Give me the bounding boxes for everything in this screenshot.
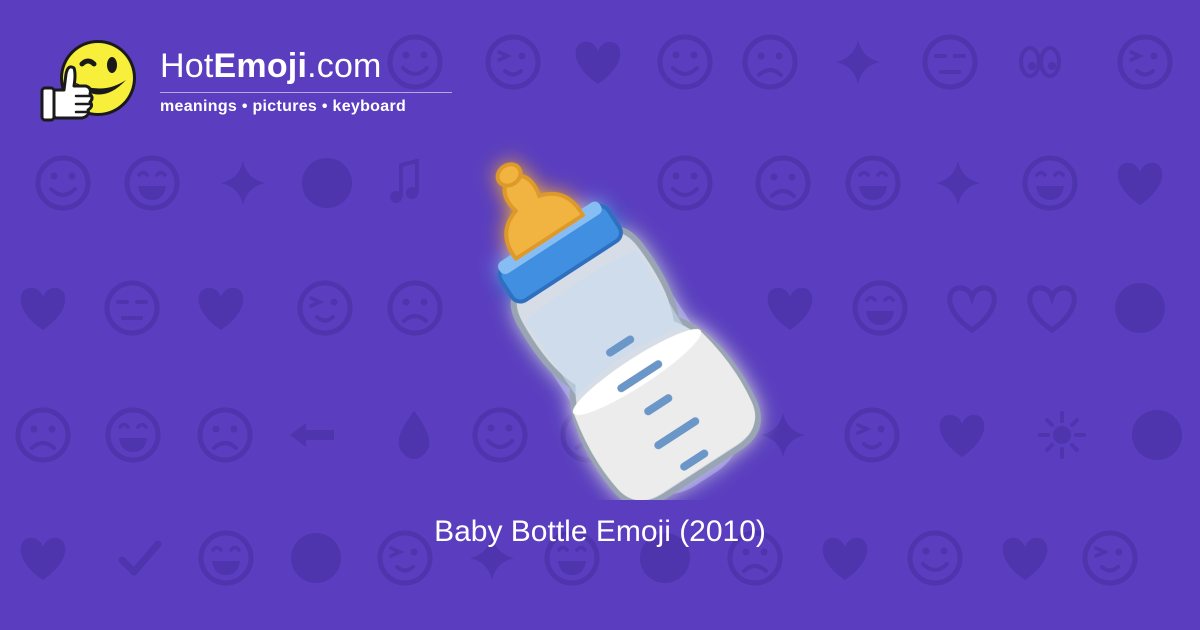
brand-name-bold: Emoji: [213, 47, 308, 85]
thumbs-up-wink-face-icon: [40, 40, 136, 122]
hotemoji-logo[interactable]: HotEmoji.com meanings • pictures • keybo…: [40, 34, 470, 134]
emoji-caption: Baby Bottle Emoji (2010): [434, 515, 766, 548]
brand-tagline: meanings • pictures • keyboard: [160, 98, 407, 115]
share-card: HotEmoji.com meanings • pictures • keybo…: [0, 0, 1200, 630]
brand-name-part-2: .com: [307, 47, 382, 85]
brand-divider: [160, 92, 452, 93]
brand-name-part-1: Hot: [160, 47, 214, 85]
baby-bottle-icon: [495, 162, 761, 500]
brand-wordmark: HotEmoji.com: [160, 46, 382, 86]
